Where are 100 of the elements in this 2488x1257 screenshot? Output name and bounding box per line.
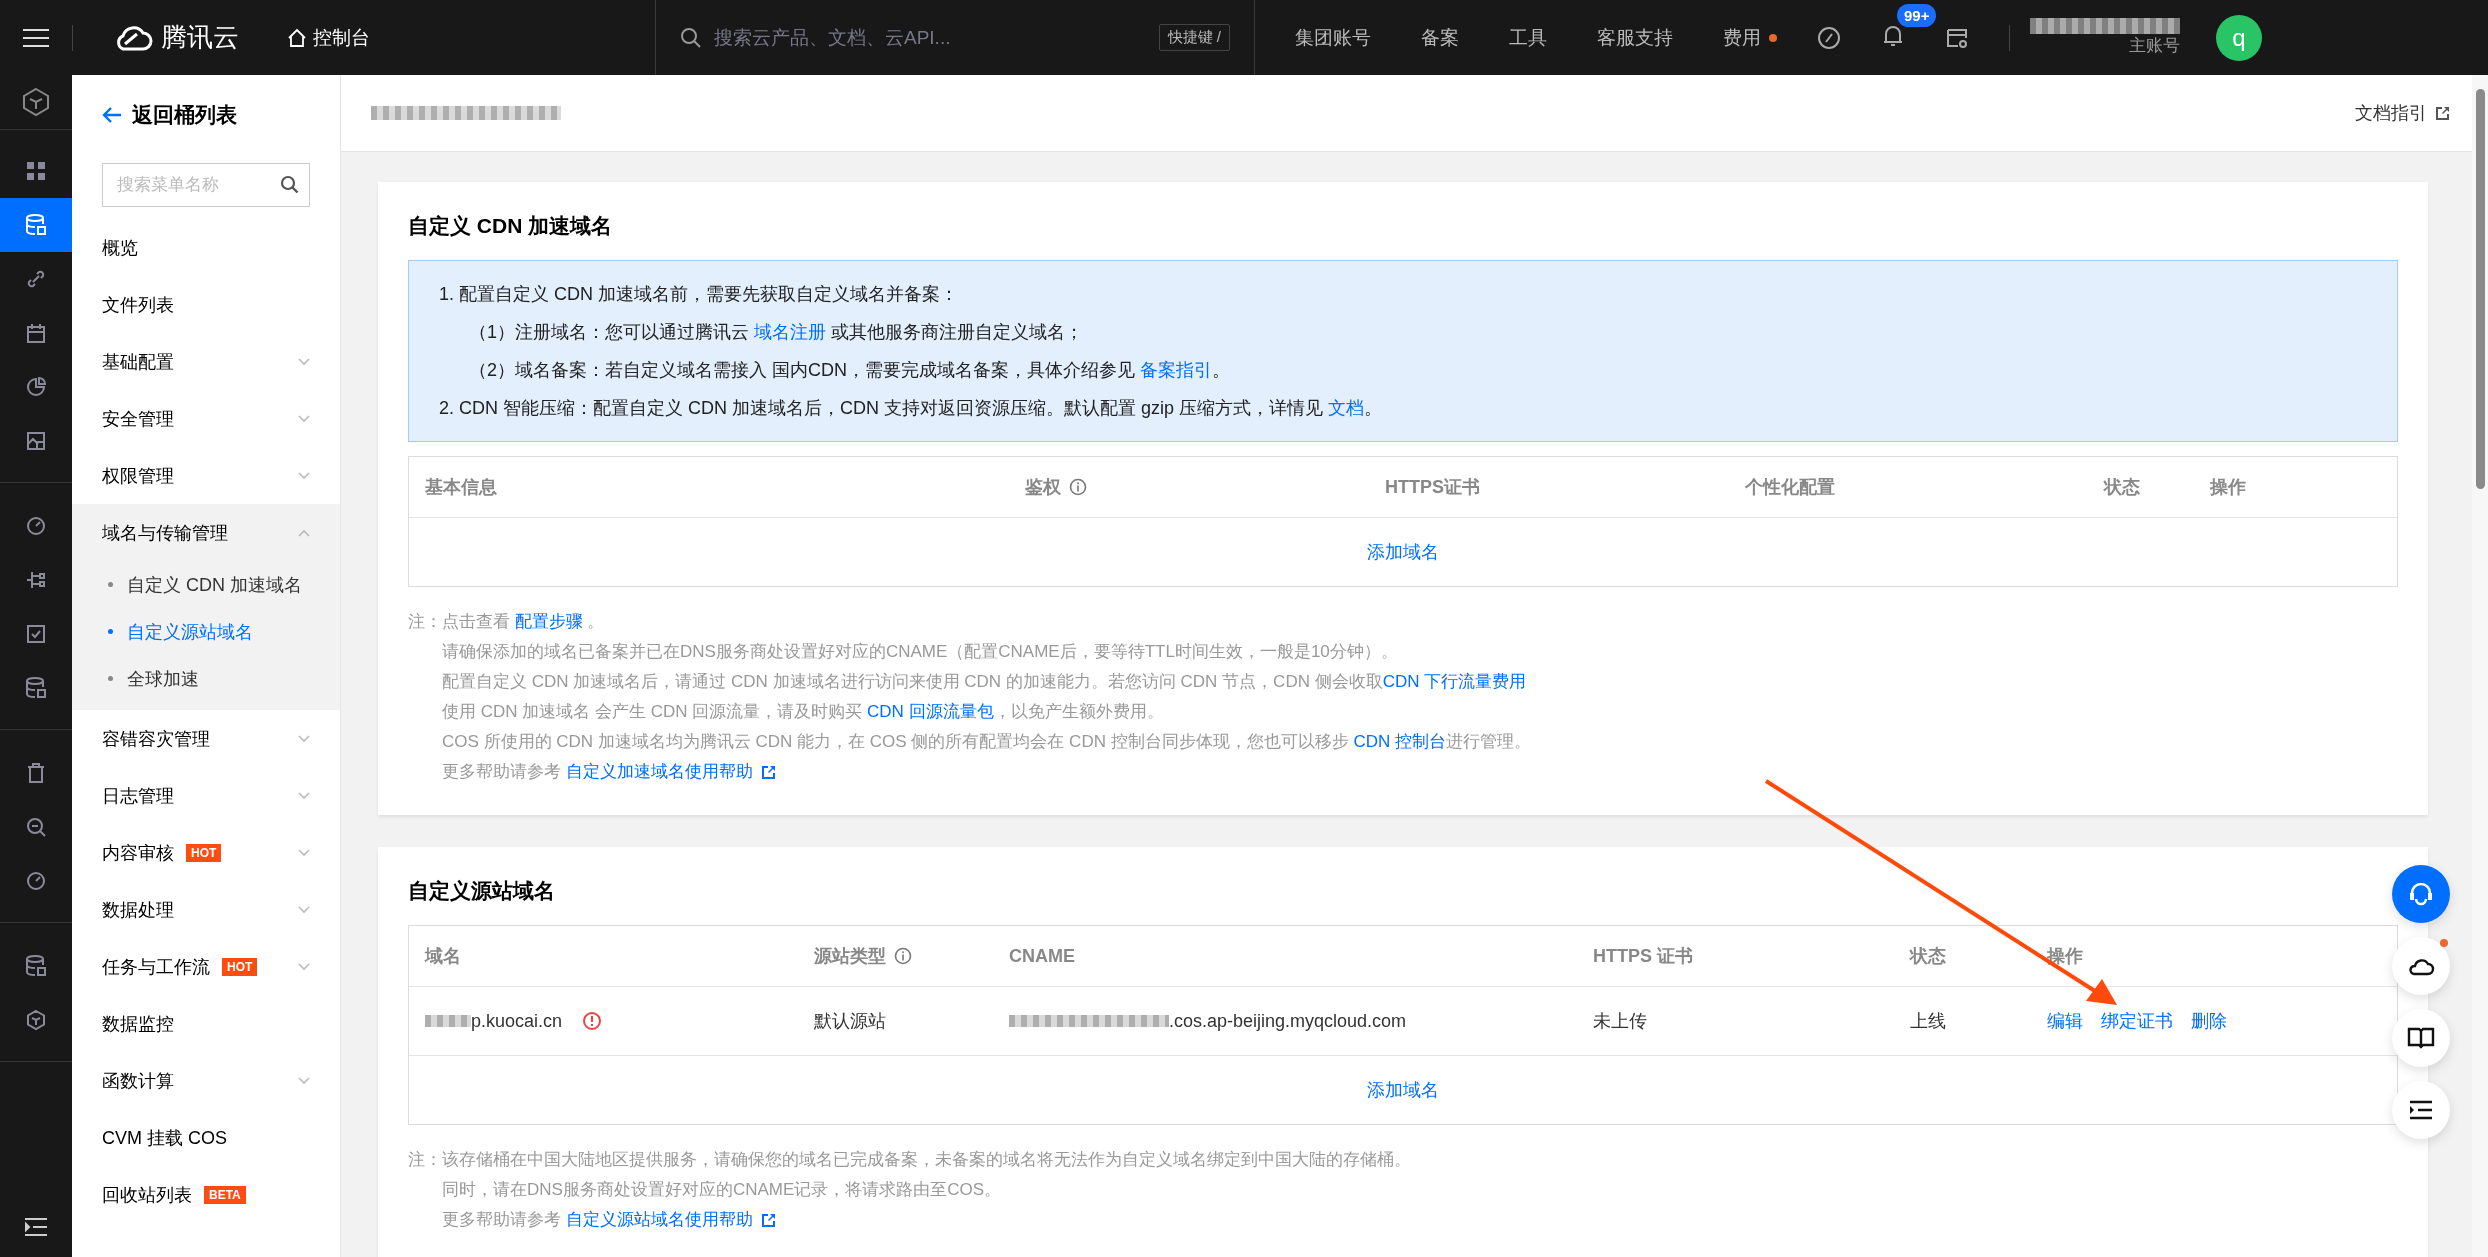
menu-icon[interactable] — [23, 27, 49, 48]
help-link[interactable]: 自定义源站域名使用帮助 — [565, 1210, 753, 1229]
database-icon — [24, 676, 48, 700]
feature-badge: HOT — [186, 843, 222, 862]
cube-icon — [25, 1009, 47, 1031]
column-header: 状态 — [1910, 945, 1946, 968]
nav-link[interactable]: 工具 — [1509, 24, 1547, 51]
note-text: 使用 CDN 加速域名 会产生 CDN 回源流量，请及时购买 CDN 回源流量包，以免产生额外费用。 — [442, 701, 1165, 723]
sidebar-group[interactable]: 日志管理 — [72, 767, 340, 824]
notice-text: 1. 配置自定义 CDN 加速域名前，需要先获取自定义域名并备案： — [439, 283, 959, 306]
image-icon — [25, 430, 47, 452]
link[interactable]: CDN 回源流量包 — [867, 702, 994, 721]
bell-icon[interactable] — [1881, 23, 1905, 48]
sidebar-item[interactable]: 概览 — [72, 219, 340, 276]
nav-link[interactable]: 备案 — [1421, 24, 1459, 51]
brand-name: 腾讯云 — [161, 21, 239, 54]
search-icon — [280, 175, 300, 195]
nav-link[interactable]: 客服支持 — [1597, 24, 1673, 51]
back-link[interactable]: 返回桶列表 — [72, 75, 340, 149]
note-text: 配置自定义 CDN 加速域名后，请通过 CDN 加速域名进行访问来使用 CDN 的加速能力。若您访问 CDN 节点，CDN 侧会收取CDN 下行流量费用 — [442, 671, 1528, 693]
table-cell: p.kuocai.cn — [471, 1010, 563, 1032]
shortcut-key: 快捷键 / — [1158, 24, 1230, 51]
chevron-icon — [298, 1076, 310, 1085]
scrollbar-thumb[interactable] — [2476, 89, 2485, 489]
link[interactable]: CDN 控制台 — [1353, 732, 1446, 751]
table-cell-text: 默认源站 — [814, 1010, 886, 1033]
info-icon — [1069, 478, 1087, 496]
note-text: 同时，请在DNS服务商处设置好对应的CNAME记录，将请求路由至COS。 — [442, 1179, 1003, 1201]
menu-search-field[interactable]: 搜索菜单名称 — [102, 163, 310, 207]
gauge-icon — [25, 870, 47, 892]
link[interactable]: 域名注册 — [754, 322, 826, 342]
link[interactable]: 备案指引 — [1140, 360, 1212, 380]
add-domain-link[interactable]: 添加域名 — [1367, 540, 1439, 564]
sidebar-group[interactable]: 数据处理 — [72, 881, 340, 938]
sidebar-item[interactable]: 回收站列表 BETA — [72, 1166, 340, 1223]
cloud-alert-button[interactable] — [2392, 937, 2450, 995]
search-field[interactable]: 搜索云产品、文档、云API... — [712, 6, 1149, 69]
note-label: 注： — [408, 1149, 442, 1171]
tree-icon — [25, 569, 47, 591]
pie-chart-icon — [25, 376, 47, 398]
external-link-icon — [761, 1213, 777, 1228]
nav-link[interactable]: 费用 — [1723, 24, 1777, 51]
back-arrow-icon — [102, 106, 122, 124]
docs-button[interactable] — [2392, 1009, 2450, 1067]
sidebar-group[interactable]: 任务与工作流 HOT — [72, 938, 340, 995]
action-link[interactable]: 编辑 — [2047, 1009, 2083, 1033]
sidebar-group[interactable]: 域名与传输管理 — [72, 504, 340, 561]
action-link[interactable]: 删除 — [2191, 1009, 2227, 1033]
sidebar-subitem[interactable]: 自定义 CDN 加速域名 — [72, 561, 340, 608]
link[interactable]: 配置步骤 — [514, 612, 583, 631]
column-header: 状态 — [2104, 476, 2140, 499]
sidebar-subitem[interactable]: 自定义源站域名 — [72, 608, 340, 655]
note-label: 注： — [408, 611, 442, 633]
sidebar-item[interactable]: CVM 挂载 COS — [72, 1109, 340, 1166]
sidebar-group[interactable]: 安全管理 — [72, 390, 340, 447]
database-icon — [24, 954, 48, 978]
sidebar-item[interactable]: 文件列表 — [72, 276, 340, 333]
doc-guide-link[interactable]: 文档指引 — [2355, 101, 2450, 125]
help-link[interactable]: 自定义加速域名使用帮助 — [565, 762, 753, 781]
feature-badge: HOT — [222, 957, 258, 976]
chevron-icon — [298, 962, 310, 971]
column-header: 鉴权 — [1025, 476, 1061, 499]
sidebar-group[interactable]: 基础配置 — [72, 333, 340, 390]
sidebar-subitem[interactable]: 全球加速 — [72, 655, 340, 702]
chevron-icon — [298, 734, 310, 743]
cube-icon[interactable] — [21, 87, 51, 117]
sidebar-group[interactable]: 权限管理 — [72, 447, 340, 504]
list-icon — [2410, 1100, 2432, 1120]
link[interactable]: 文档 — [1328, 398, 1365, 418]
sidebar-group[interactable]: 内容审核 HOT — [72, 824, 340, 881]
action-link[interactable]: 绑定证书 — [2101, 1009, 2173, 1033]
link[interactable]: CDN 下行流量费用 — [1382, 672, 1527, 691]
chevron-icon — [298, 791, 310, 800]
gauge-icon — [25, 515, 47, 537]
add-domain-link[interactable]: 添加域名 — [1367, 1078, 1439, 1102]
column-header: 基本信息 — [425, 476, 497, 499]
nav-link[interactable]: 集团账号 — [1295, 24, 1371, 51]
collapse-icon[interactable] — [25, 1217, 47, 1237]
search-icon — [25, 816, 47, 838]
redacted-text — [425, 1015, 471, 1027]
chevron-icon — [298, 848, 310, 857]
outline-button[interactable] — [2392, 1081, 2450, 1139]
note-text: 更多帮助请参考 自定义加速域名使用帮助 — [442, 757, 1531, 787]
calendar-icon — [25, 322, 47, 344]
chevron-icon — [298, 414, 310, 423]
column-header: CNAME — [1009, 945, 1075, 967]
column-header: 操作 — [2047, 945, 2083, 968]
chevron-icon — [298, 471, 310, 480]
console-link[interactable]: 控制台 — [287, 24, 370, 51]
grid-icon — [25, 160, 47, 182]
search-icon — [680, 26, 702, 49]
external-link-icon — [2435, 105, 2450, 121]
sidebar-group[interactable]: 函数计算 — [72, 1052, 340, 1109]
table-cell-text: 上线 — [1910, 1010, 1946, 1033]
support-button[interactable] — [2392, 865, 2450, 923]
sidebar-group[interactable]: 容错容灾管理 — [72, 710, 340, 767]
trash-icon — [25, 762, 47, 784]
sidebar-item[interactable]: 数据监控 — [72, 995, 340, 1052]
table-cell-text: 未上传 — [1593, 1010, 1647, 1033]
note-text: COS 所使用的 CDN 加速域名均为腾讯云 CDN 能力，在 COS 侧的所有配置均会在 CDN 控制台同步体现，您也可以移步 CDN 控制台进行管理。 — [442, 731, 1531, 753]
